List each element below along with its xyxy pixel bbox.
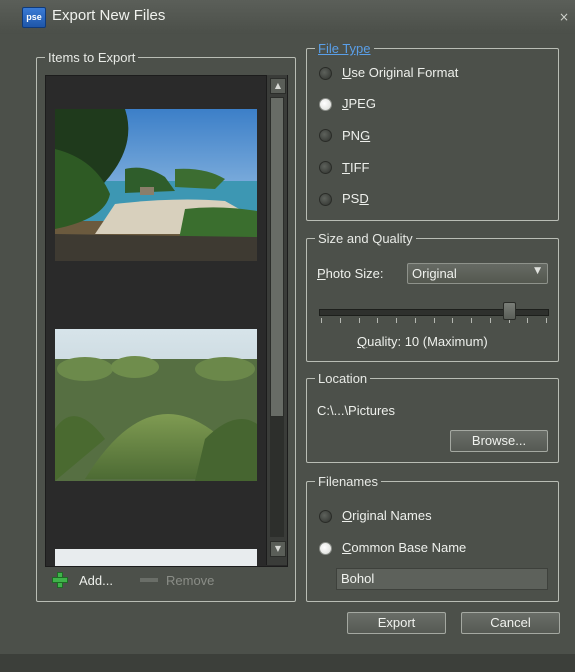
chocolate-hills-photo-thumbnail[interactable] (55, 329, 257, 481)
tiff-label[interactable]: TIFF (342, 160, 369, 175)
title-bar: pse Export New Files × (0, 0, 575, 35)
chevron-down-icon: ▼ (534, 266, 541, 276)
scroll-thumb[interactable] (270, 97, 284, 417)
size-quality-legend: Size and Quality (318, 231, 413, 246)
location-legend: Location (318, 371, 368, 386)
slider-tick (415, 318, 416, 323)
photo-size-value: Original (412, 266, 457, 281)
slider-tick (377, 318, 378, 323)
quality-value-label: Quality: 10 (Maximum) (357, 334, 488, 349)
thumbnail-scrollbar[interactable]: ▲ ▼ (266, 75, 287, 565)
common-base-name-label[interactable]: Common Base Name (342, 540, 466, 555)
slider-tick (471, 318, 472, 323)
beach-photo-thumbnail[interactable] (55, 109, 257, 261)
scroll-down-icon[interactable]: ▼ (270, 541, 286, 557)
status-bar (0, 654, 575, 672)
slider-tick (434, 318, 435, 323)
base-name-input[interactable]: Bohol (336, 568, 548, 590)
photo-size-dropdown[interactable]: Original ▼ (407, 263, 548, 284)
slider-tick (396, 318, 397, 323)
slider-tick (490, 318, 491, 323)
slider-tick (321, 318, 322, 323)
window-title: Export New Files (52, 7, 166, 24)
app-icon: pse (22, 7, 46, 28)
use-original-format-label[interactable]: Use Original Format (342, 65, 458, 80)
photo-size-label: Photo Size: (317, 266, 384, 281)
remove-minus-icon (140, 578, 158, 582)
png-radio[interactable] (319, 129, 332, 142)
add-button[interactable]: Add... (79, 573, 113, 588)
file-type-legend: File Type (318, 41, 371, 56)
beach-photo (55, 109, 257, 261)
export-button[interactable]: Export (347, 612, 446, 634)
slider-tick (546, 318, 547, 323)
browse-button[interactable]: Browse... (450, 430, 548, 452)
filenames-legend: Filenames (318, 474, 378, 489)
png-label[interactable]: PNG (342, 128, 370, 143)
location-path: C:\...\Pictures (317, 403, 396, 418)
slider-tick (452, 318, 453, 323)
add-plus-icon[interactable] (52, 572, 68, 588)
chocolate-hills-photo (55, 329, 257, 481)
original-names-radio[interactable] (319, 510, 332, 523)
slider-tick (359, 318, 360, 323)
psd-radio[interactable] (319, 193, 332, 206)
quality-slider-thumb[interactable] (503, 302, 516, 320)
jpeg-label[interactable]: JPEG (342, 96, 376, 111)
jpeg-radio[interactable] (319, 98, 332, 111)
psd-label[interactable]: PSD (342, 191, 369, 206)
close-icon[interactable]: × (559, 10, 569, 24)
partial-photo-thumbnail[interactable] (55, 549, 257, 566)
slider-tick (340, 318, 341, 323)
tiff-radio[interactable] (319, 161, 332, 174)
common-base-name-radio[interactable] (319, 542, 332, 555)
original-names-label[interactable]: Original Names (342, 508, 432, 523)
thumbnail-list[interactable] (45, 75, 288, 567)
slider-tick (527, 318, 528, 323)
use-original-format-radio[interactable] (319, 67, 332, 80)
cancel-button[interactable]: Cancel (461, 612, 560, 634)
items-to-export-legend: Items to Export (48, 50, 136, 65)
scroll-up-icon[interactable]: ▲ (270, 78, 286, 94)
remove-button: Remove (166, 573, 215, 588)
